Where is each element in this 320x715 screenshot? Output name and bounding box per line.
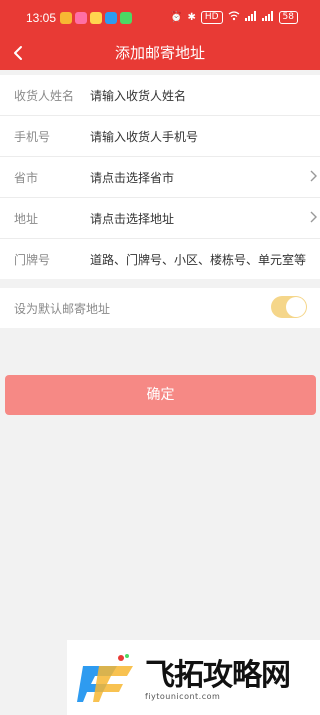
wifi-icon [228,11,240,24]
app-icon [60,12,72,24]
status-bar: 13:05 ⏰ ✱ HD 58 [0,0,320,36]
watermark-text: 飞拓攻略网 [145,658,291,693]
province-label: 省市 [14,171,39,185]
signal-icon [244,11,257,24]
alarm-icon: ⏰ [170,12,183,23]
phone-label: 手机号 [14,130,51,144]
default-address-toggle[interactable] [271,296,307,318]
name-field[interactable]: 收货人姓名 请输入收货人姓名 [0,75,320,116]
chevron-right-icon [310,211,317,223]
watermark-logo [77,654,133,702]
default-address-label: 设为默认邮寄地址 [14,302,111,316]
app-icon [105,12,117,24]
toggle-knob [286,297,306,317]
door-number-field[interactable]: 门牌号 道路、门牌号、小区、楼栋号、单元室等 [0,239,320,279]
page-title: 添加邮寄地址 [114,44,205,62]
door-number-label: 门牌号 [14,253,51,267]
province-selector[interactable]: 省市 请点击选择省市 [0,157,320,198]
battery-icon: 58 [278,11,298,24]
chevron-right-icon [310,170,317,182]
bluetooth-icon: ✱ [187,12,196,23]
address-selector[interactable]: 地址 请点击选择地址 [0,198,320,239]
watermark-url: fiytounicont.com [145,692,221,701]
name-input[interactable]: 请输入收货人姓名 [90,87,186,104]
title-bar: 添加邮寄地址 [0,36,320,70]
status-time: 13:05 [26,11,57,25]
address-value[interactable]: 请点击选择地址 [90,210,174,227]
default-address-row: 设为默认邮寄地址 [0,288,320,328]
system-icons: ⏰ ✱ HD 58 [170,11,298,24]
door-number-input[interactable]: 道路、门牌号、小区、楼栋号、单元室等 [90,251,306,268]
address-form: 收货人姓名 请输入收货人姓名 手机号 请输入收货人手机号 省市 请点击选择省市 … [0,75,320,279]
confirm-button[interactable]: 确定 [5,375,316,415]
watermark: 飞拓攻略网 fiytounicont.com [67,640,320,715]
name-label: 收货人姓名 [14,89,75,103]
province-value[interactable]: 请点击选择省市 [90,169,174,186]
app-icon [120,12,132,24]
signal-icon [261,11,274,24]
address-label: 地址 [14,212,39,226]
app-icon [75,12,87,24]
network-badge: HD [200,11,223,24]
notification-app-icons [60,12,132,24]
app-icon [90,12,102,24]
phone-input[interactable]: 请输入收货人手机号 [90,128,198,145]
phone-field[interactable]: 手机号 请输入收货人手机号 [0,116,320,157]
